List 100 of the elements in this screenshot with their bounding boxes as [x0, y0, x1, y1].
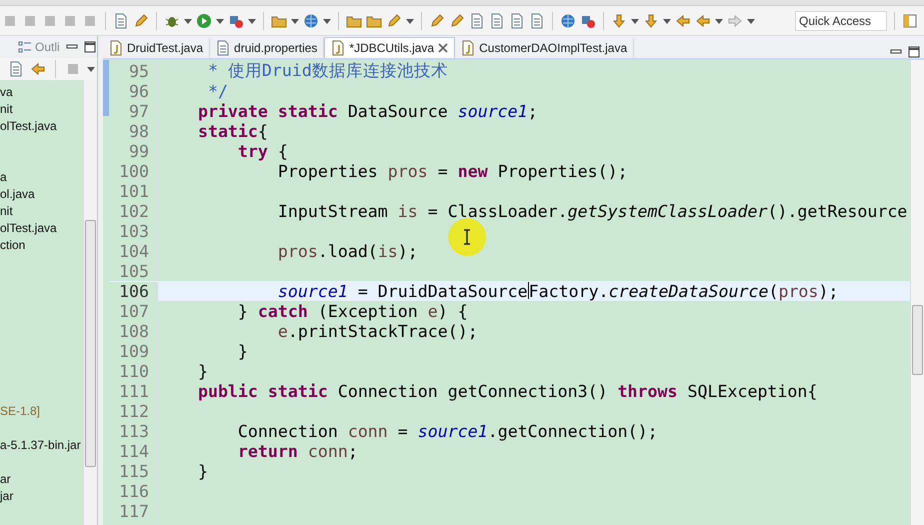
java-file-icon: [109, 40, 123, 56]
code-keyword: return: [236, 442, 298, 460]
code-text: }: [236, 302, 249, 320]
globe-icon[interactable]: [560, 12, 576, 28]
code-text: ;: [528, 102, 538, 120]
tree-item[interactable]: nit: [0, 101, 13, 118]
outline-icon: [18, 40, 32, 54]
code-text: =: [396, 422, 409, 440]
pencil-icon[interactable]: [449, 12, 465, 28]
pencil-icon[interactable]: [133, 12, 149, 28]
code-variable: conn: [348, 422, 388, 440]
code-text: DataSource: [346, 102, 449, 120]
code-keyword: throws: [618, 382, 678, 400]
code-text: Properties: [276, 162, 379, 180]
code-variable: conn: [306, 442, 348, 460]
code-variable: is: [378, 242, 398, 260]
code-text: }: [196, 462, 208, 480]
code-text: InputStream: [276, 202, 389, 220]
code-text: (: [768, 282, 778, 300]
code-text: .printStackTrace();: [288, 322, 478, 340]
editor-tab[interactable]: *JDBCUtils.java: [324, 37, 456, 58]
code-text: (Exception: [316, 302, 419, 320]
pencil-icon[interactable]: [386, 12, 402, 28]
code-comment: * 使用Druid数据库连接池技术: [206, 60, 448, 82]
document-icon[interactable]: [489, 12, 505, 28]
play-icon[interactable]: [196, 12, 212, 28]
tree-item[interactable]: ar: [0, 471, 11, 488]
editor-tab[interactable]: DruidTest.java: [103, 38, 210, 58]
code-text: Factory.: [528, 282, 609, 300]
code-keyword: try: [236, 142, 268, 160]
code-keyword: catch: [258, 302, 308, 320]
arrow-left-icon[interactable]: [30, 61, 46, 77]
tree-item[interactable]: olTest.java: [0, 220, 57, 237]
arrow-down-icon[interactable]: [611, 12, 627, 28]
code-text: = ClassLoader.: [426, 202, 568, 220]
tree-item[interactable]: nit: [0, 203, 13, 220]
code-keyword: public static: [196, 382, 328, 400]
code-text: .load(: [318, 242, 378, 260]
code-text: ;: [348, 442, 358, 460]
tree-item[interactable]: ction: [0, 237, 26, 254]
code-variable: e: [276, 322, 288, 340]
code-field: source1: [458, 102, 528, 120]
code-variable: e: [428, 302, 438, 320]
tree-item[interactable]: ol.java: [0, 186, 35, 203]
code-text: );: [398, 242, 418, 260]
document-icon[interactable]: [469, 12, 485, 28]
code-variable: pros: [388, 162, 428, 180]
java-file-icon: [331, 40, 346, 56]
perspective-icon[interactable]: [902, 12, 918, 28]
text-cursor-icon: [463, 229, 471, 245]
code-comment: */: [206, 82, 228, 100]
scrollbar[interactable]: [83, 80, 97, 525]
code-keyword: private static: [196, 102, 338, 120]
tree-item[interactable]: SE-1.8]: [0, 403, 40, 420]
code-field: source1: [418, 422, 488, 440]
code-text: =: [436, 162, 449, 180]
code-text: ().getResource: [767, 202, 908, 220]
editor-tab[interactable]: CustomerDAOImplTest.java: [455, 38, 634, 58]
code-keyword: new: [458, 162, 488, 180]
globe-icon[interactable]: [303, 12, 319, 28]
maximize-icon[interactable]: [908, 46, 920, 58]
code-text: {: [258, 122, 268, 140]
scrollbar-thumb[interactable]: [912, 305, 923, 375]
pencil-icon[interactable]: [429, 12, 445, 28]
code-text: ) {: [438, 302, 468, 320]
tree-item[interactable]: va: [0, 84, 13, 101]
maximize-icon[interactable]: [84, 41, 96, 53]
code-field: source1: [158, 282, 348, 300]
code-method: getSystemClassLoader: [568, 202, 768, 220]
code-text: Properties();: [496, 162, 628, 180]
line-number: 106: [109, 282, 158, 300]
code-variable: pros: [276, 242, 318, 260]
code-text: Connection: [236, 422, 339, 440]
tree-item[interactable]: olTest.java: [0, 118, 57, 135]
document-icon[interactable]: [509, 12, 525, 28]
arrow-down-icon[interactable]: [643, 12, 659, 28]
quick-access-field[interactable]: Quick Access: [795, 10, 887, 30]
document-icon[interactable]: [8, 61, 24, 77]
tree-item[interactable]: a: [0, 169, 7, 186]
text-file-icon: [216, 40, 230, 56]
editor-tab[interactable]: druid.properties: [210, 38, 324, 58]
code-text: );: [818, 282, 838, 300]
arrow-left-icon[interactable]: [675, 12, 691, 28]
scrollbar-thumb[interactable]: [85, 220, 96, 467]
code-method: createDataSource: [608, 282, 768, 300]
tree-item[interactable]: jar: [0, 488, 14, 505]
code-text: Connection getConnection3(): [336, 382, 609, 400]
code-text: = DruidDataSource: [356, 282, 528, 300]
code-keyword: static: [196, 122, 258, 140]
scrollbar[interactable]: [910, 60, 924, 525]
code-text: SQLException{: [686, 382, 818, 400]
code-text: }: [236, 342, 248, 360]
arrow-left-icon[interactable]: [695, 12, 711, 28]
document-icon[interactable]: [529, 12, 545, 28]
close-icon[interactable]: [438, 43, 448, 53]
overview-marker: [103, 60, 109, 116]
code-text: .getConnection();: [488, 422, 658, 440]
document-icon[interactable]: [113, 12, 129, 28]
java-file-icon: [461, 40, 476, 56]
tree-item[interactable]: a-5.1.37-bin.jar: [0, 437, 81, 454]
